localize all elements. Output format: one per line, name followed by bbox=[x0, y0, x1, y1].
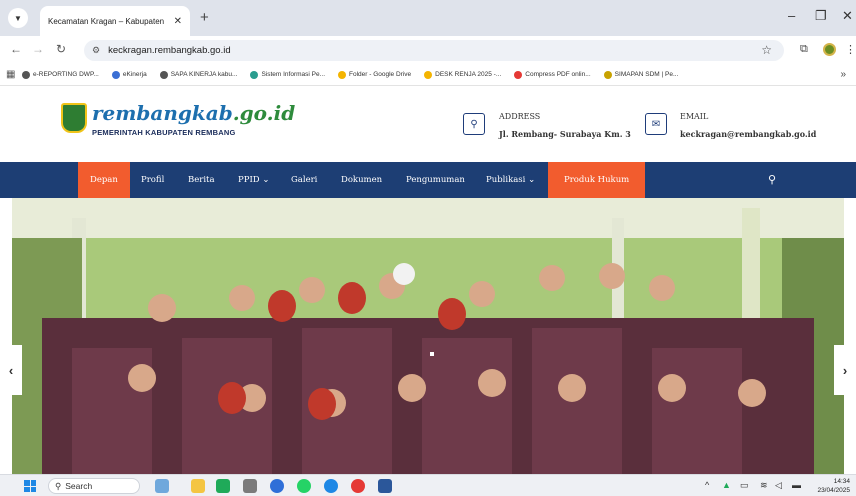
bookmark-label: Compress PDF onlin... bbox=[525, 71, 591, 78]
email-icon: ✉ bbox=[645, 113, 667, 135]
address-label: ADDRESS bbox=[499, 112, 541, 121]
chrome-icon[interactable] bbox=[351, 479, 365, 493]
bookmark-favicon-icon bbox=[111, 70, 120, 79]
bookmark-item[interactable]: Compress PDF onlin... bbox=[514, 70, 591, 79]
bookmark-label: SAPA KINERJA kabu... bbox=[170, 71, 238, 78]
address-value: Jl. Rembang- Surabaya Km. 3 bbox=[499, 129, 631, 139]
bookmark-item[interactable]: Sistem Informasi Pe... bbox=[250, 70, 326, 79]
bookmark-item[interactable]: eKinerja bbox=[111, 70, 147, 79]
clock-date: 23/04/2025 bbox=[817, 487, 850, 494]
whatsapp-icon[interactable] bbox=[297, 479, 311, 493]
volume-icon[interactable]: ◁ bbox=[775, 480, 782, 491]
taskbar-search[interactable]: ⚲ Search bbox=[48, 478, 140, 494]
google-drive-icon[interactable] bbox=[216, 479, 230, 493]
extensions-icon[interactable]: ⧉ bbox=[800, 43, 808, 56]
bookmark-item[interactable]: SAPA KINERJA kabu... bbox=[159, 70, 238, 79]
windows-taskbar: ⚲ Search ^ ▲ ▭ ≋ ◁ ▬ 14:34 23/04/2025 bbox=[0, 474, 856, 496]
nav-galeri[interactable]: Galeri bbox=[291, 162, 317, 198]
email-value[interactable]: keckragan@rembangkab.go.id bbox=[680, 129, 816, 139]
site-header: rembangkab.go.id PEMERINTAH KABUPATEN RE… bbox=[0, 86, 856, 162]
url-text: keckragan.rembangkab.go.id bbox=[108, 45, 231, 56]
bookmark-label: e-REPORTING DWP... bbox=[33, 71, 99, 78]
widgets-icon[interactable] bbox=[155, 479, 169, 493]
browser-tab[interactable]: Kecamatan Kragan – Kabupaten ✕ bbox=[40, 6, 190, 36]
bookmark-favicon-icon bbox=[159, 70, 168, 79]
bookmark-label: eKinerja bbox=[122, 71, 147, 78]
nav-produk-hukum[interactable]: Produk Hukum bbox=[548, 162, 646, 198]
location-icon: ⚲ bbox=[463, 113, 485, 135]
battery-icon[interactable]: ▬ bbox=[792, 480, 801, 490]
new-tab-icon[interactable]: + bbox=[200, 9, 209, 26]
apps-grid-icon[interactable]: ▦ bbox=[6, 69, 15, 80]
bookmark-item[interactable]: e-REPORTING DWP... bbox=[22, 70, 99, 79]
bookmark-item[interactable]: Folder - Google Drive bbox=[338, 70, 412, 79]
bookmark-favicon-icon bbox=[250, 70, 259, 79]
group-photo bbox=[12, 198, 844, 474]
bookmark-label: SIMAPAN SDM | Pe... bbox=[614, 71, 679, 78]
bookmark-item[interactable]: SIMAPAN SDM | Pe... bbox=[603, 70, 679, 79]
search-icon: ⚲ bbox=[55, 480, 62, 491]
reload-icon[interactable]: ↻ bbox=[56, 42, 66, 56]
nav-berita[interactable]: Berita bbox=[188, 162, 215, 198]
drive-tray-icon[interactable]: ▲ bbox=[722, 480, 731, 490]
bookmark-favicon-icon bbox=[424, 70, 433, 79]
minimize-icon[interactable]: – bbox=[788, 8, 795, 23]
tray-overflow-icon[interactable]: ^ bbox=[705, 480, 709, 490]
bookmark-favicon-icon bbox=[338, 70, 347, 79]
bookmark-label: DESK RENJA 2025 -... bbox=[435, 71, 502, 78]
slider-indicator[interactable] bbox=[430, 352, 434, 356]
nav-dokumen[interactable]: Dokumen bbox=[341, 162, 382, 198]
bookmarks-bar: ▦ e-REPORTING DWP... eKinerja SAPA KINERJA… bbox=[0, 64, 856, 86]
system-clock[interactable]: 14:34 23/04/2025 bbox=[817, 477, 850, 495]
word-icon[interactable] bbox=[378, 479, 392, 493]
menu-icon[interactable]: ⋮ bbox=[845, 43, 856, 56]
wifi-icon[interactable]: ≋ bbox=[760, 480, 768, 491]
clock-time: 14:34 bbox=[833, 478, 850, 485]
rembang-crest-logo bbox=[61, 103, 87, 133]
email-label: EMAIL bbox=[680, 112, 709, 121]
profile-avatar[interactable] bbox=[823, 43, 836, 56]
back-icon[interactable]: ← bbox=[10, 42, 22, 56]
logo-name: rembangkab bbox=[92, 101, 233, 125]
tab-close-icon[interactable]: ✕ bbox=[174, 16, 182, 27]
main-navigation: Depan Profil Berita PPID ⌄ Galeri Dokume… bbox=[0, 162, 856, 198]
windows-start-icon[interactable] bbox=[24, 480, 36, 492]
bookmark-label: Folder - Google Drive bbox=[349, 71, 412, 78]
nav-ppid[interactable]: PPID ⌄ bbox=[238, 162, 269, 198]
tab-search-button[interactable]: ▼ bbox=[8, 8, 28, 28]
slider-next-button[interactable]: › bbox=[834, 345, 856, 395]
telegram-icon[interactable] bbox=[270, 479, 284, 493]
address-bar[interactable]: ⚙ keckragan.rembangkab.go.id ☆ bbox=[84, 40, 784, 61]
taskbar-search-label: Search bbox=[65, 481, 93, 491]
logo-subtitle: PEMERINTAH KABUPATEN REMBANG bbox=[92, 128, 236, 137]
nav-profil[interactable]: Profil bbox=[141, 162, 164, 198]
hero-slider-image bbox=[12, 198, 844, 474]
search-icon[interactable]: ⚲ bbox=[768, 173, 776, 186]
nav-pengumuman[interactable]: Pengumuman bbox=[406, 162, 465, 198]
bookmark-label: Sistem Informasi Pe... bbox=[261, 71, 326, 78]
tab-title: Kecamatan Kragan – Kabupaten bbox=[48, 16, 165, 26]
logo-domain: .go.id bbox=[232, 101, 296, 125]
nav-publikasi[interactable]: Publikasi ⌄ bbox=[486, 162, 535, 198]
browser-tab-strip: ▼ Kecamatan Kragan – Kabupaten ✕ + – ❐ ✕ bbox=[0, 0, 856, 36]
forward-icon[interactable]: → bbox=[32, 42, 44, 56]
slider-prev-button[interactable]: ‹ bbox=[0, 345, 22, 395]
bookmark-favicon-icon bbox=[22, 70, 30, 79]
site-info-icon[interactable]: ⚙ bbox=[92, 45, 100, 56]
bookmark-item[interactable]: DESK RENJA 2025 -... bbox=[424, 70, 502, 79]
keyboard-icon[interactable]: ▭ bbox=[740, 480, 749, 491]
bookmark-star-icon[interactable]: ☆ bbox=[761, 43, 772, 57]
file-explorer-icon[interactable] bbox=[191, 479, 205, 493]
close-window-icon[interactable]: ✕ bbox=[842, 8, 853, 24]
camera-icon[interactable] bbox=[243, 479, 257, 493]
bookmark-favicon-icon bbox=[514, 70, 523, 79]
restore-icon[interactable]: ❐ bbox=[815, 8, 827, 24]
bookmark-favicon-icon bbox=[603, 70, 612, 79]
nav-depan[interactable]: Depan bbox=[78, 162, 130, 198]
bookmarks-overflow-icon[interactable]: » bbox=[840, 69, 846, 80]
edge-icon[interactable] bbox=[324, 479, 338, 493]
browser-toolbar: ← → ↻ ⚙ keckragan.rembangkab.go.id ☆ ⧉ ⋮ bbox=[0, 36, 856, 64]
site-logo[interactable]: rembangkab.go.id bbox=[92, 101, 295, 125]
